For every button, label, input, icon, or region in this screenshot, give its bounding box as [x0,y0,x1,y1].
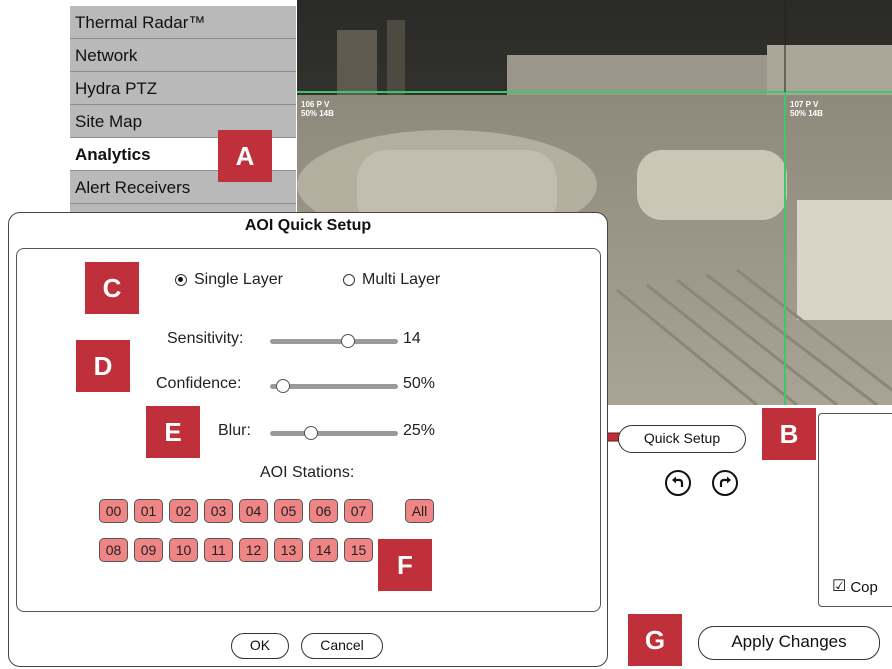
blur-slider[interactable] [270,426,398,440]
aoi-label-107-line2: 50% 14B [790,109,823,118]
aoi-station-button-05[interactable]: 05 [274,499,303,523]
copy-option-label: Cop [850,578,878,596]
aoi-station-button-13[interactable]: 13 [274,538,303,562]
sensitivity-slider[interactable] [270,334,398,348]
nav-item-hydra-ptz[interactable]: Hydra PTZ [70,72,296,105]
undo-icon [672,476,684,487]
redo-icon [719,476,731,487]
confidence-slider[interactable] [270,379,398,393]
aoi-station-button-14[interactable]: 14 [309,538,338,562]
aoi-station-all-button[interactable]: All [405,499,434,523]
aoi-station-button-02[interactable]: 02 [169,499,198,523]
confidence-thumb[interactable] [276,379,290,393]
aoi-station-button-08[interactable]: 08 [99,538,128,562]
sensitivity-label: Sensitivity: [167,330,244,347]
callout-f: F [378,539,432,591]
aoi-station-button-03[interactable]: 03 [204,499,233,523]
cancel-button[interactable]: Cancel [301,633,383,659]
aoi-stations-title: AOI Stations: [260,464,355,481]
aoi-station-button-00[interactable]: 00 [99,499,128,523]
callout-g: G [628,614,682,666]
apply-changes-button[interactable]: Apply Changes [698,626,880,660]
single-layer-label: Single Layer [194,271,283,288]
checkbox-checked-icon[interactable]: ☑ [832,578,846,596]
multi-layer-radio[interactable] [343,274,355,286]
blur-thumb[interactable] [304,426,318,440]
callout-e: E [146,406,200,458]
aoi-label-107-line1: 107 P V [790,100,819,109]
single-layer-option[interactable]: Single Layer [175,271,283,289]
nav-item-network[interactable]: Network [70,39,296,72]
aoi-stations-row-2: 08 09 10 11 12 13 14 15 [99,538,373,562]
multi-layer-label: Multi Layer [362,271,441,288]
blur-label: Blur: [218,422,251,439]
quick-setup-button[interactable]: Quick Setup [618,425,746,453]
sensitivity-value: 14 [403,330,421,347]
callout-b: B [762,408,816,460]
callout-c: C [85,262,139,314]
aoi-station-button-07[interactable]: 07 [344,499,373,523]
aoi-station-button-04[interactable]: 04 [239,499,268,523]
aoi-stations-row-1: 00 01 02 03 04 05 06 07 [99,499,373,523]
callout-a: A [218,130,272,182]
aoi-station-button-10[interactable]: 10 [169,538,198,562]
aoi-label-107: 107 P V 50% 14B [790,100,823,118]
ok-button[interactable]: OK [231,633,289,659]
redo-button[interactable] [712,470,738,496]
aoi-label-106-line2: 50% 14B [301,109,334,118]
aoi-label-106-line1: 106 P V [301,100,330,109]
single-layer-radio[interactable] [175,274,187,286]
sensitivity-track [270,339,398,344]
multi-layer-option[interactable]: Multi Layer [343,271,440,289]
aoi-label-106: 106 P V 50% 14B [301,100,334,118]
aoi-station-button-11[interactable]: 11 [204,538,233,562]
dialog-title: AOI Quick Setup [244,217,372,234]
aoi-station-button-09[interactable]: 09 [134,538,163,562]
aoi-station-button-12[interactable]: 12 [239,538,268,562]
undo-button[interactable] [665,470,691,496]
copy-option[interactable]: ☑ Cop [832,578,878,596]
settings-nav: Thermal Radar™ Network Hydra PTZ Site Ma… [70,6,296,222]
callout-d: D [76,340,130,392]
confidence-label: Confidence: [156,375,242,392]
aoi-station-button-06[interactable]: 06 [309,499,338,523]
aoi-station-button-01[interactable]: 01 [134,499,163,523]
confidence-value: 50% [403,375,436,392]
aoi-station-button-15[interactable]: 15 [344,538,373,562]
nav-item-thermal-radar[interactable]: Thermal Radar™ [70,6,296,39]
sensitivity-thumb[interactable] [341,334,355,348]
blur-track [270,431,398,436]
blur-value: 25% [403,422,436,439]
